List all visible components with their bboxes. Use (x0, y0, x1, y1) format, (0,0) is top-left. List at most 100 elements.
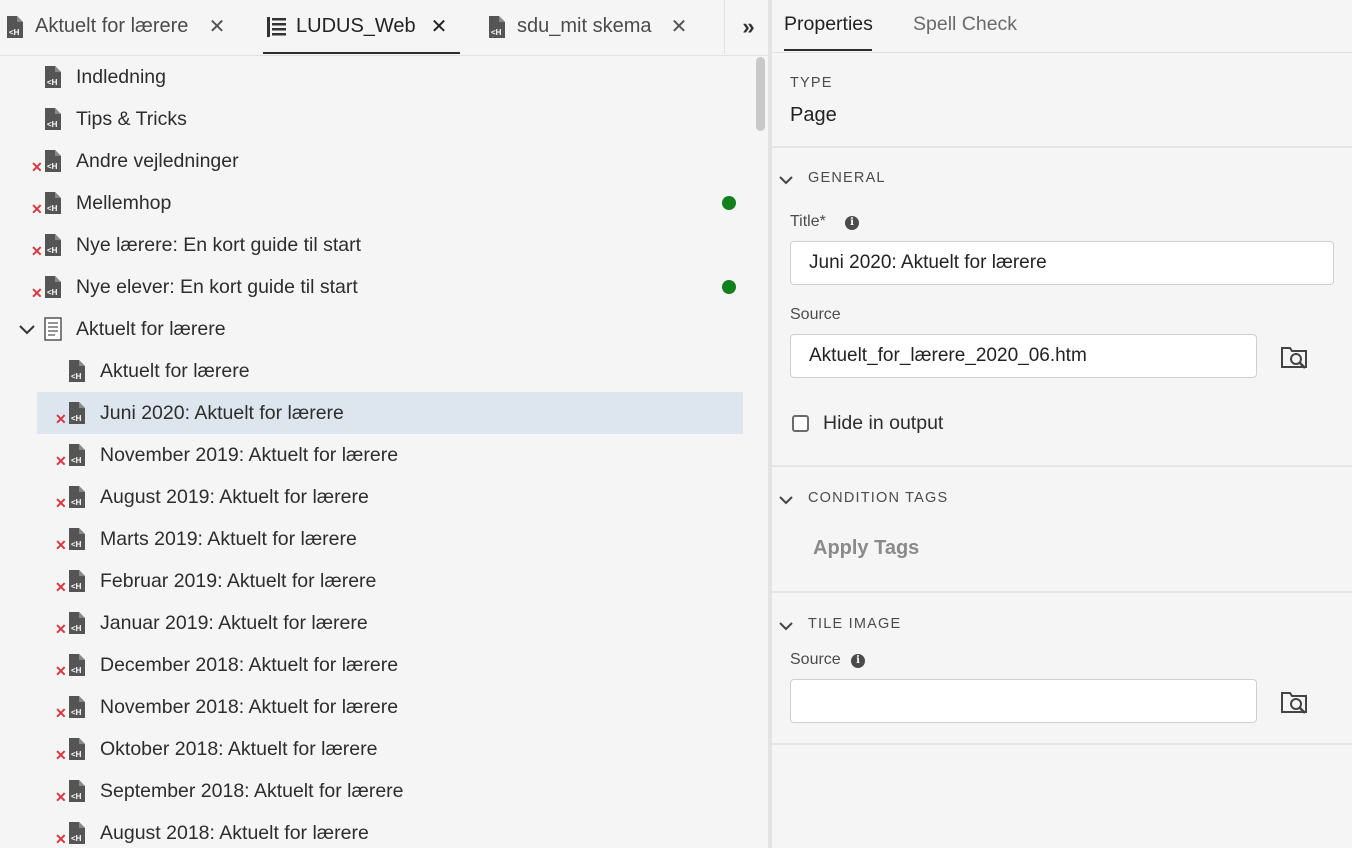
html-file-icon: <H (45, 150, 61, 172)
tree-item[interactable]: ✕ <H December 2018: Aktuelt for lærere (0, 644, 752, 686)
browse-folder-icon[interactable] (1280, 687, 1310, 717)
tree-item-label: Nye lærere: En kort guide til start (76, 234, 362, 256)
tab-spell-check[interactable]: Spell Check (913, 13, 1017, 36)
tree-item[interactable]: ✕ <H Marts 2019: Aktuelt for lærere (0, 518, 752, 560)
svg-text:<H: <H (71, 540, 82, 549)
tree-item[interactable]: ✕ <H Nye lærere: En kort guide til start (0, 224, 752, 266)
chevron-down-icon[interactable] (18, 320, 36, 338)
chevron-down-icon (779, 622, 793, 631)
info-icon[interactable]: i (845, 216, 859, 230)
tree-item[interactable]: ✕ <H November 2018: Aktuelt for lærere (0, 686, 752, 728)
error-icon: ✕ (55, 705, 67, 721)
tree-item[interactable]: ✕ <H September 2018: Aktuelt for lærere (0, 770, 752, 812)
error-icon: ✕ (55, 621, 67, 637)
svg-text:<H: <H (47, 78, 58, 87)
tree-item[interactable]: ✕ <H Januar 2019: Aktuelt for lærere (0, 602, 752, 644)
condition-tags-section-header[interactable]: CONDITION TAGS (772, 487, 1352, 517)
html-file-icon: <H (45, 108, 61, 130)
tree-item[interactable]: ✕ <H August 2019: Aktuelt for lærere (0, 476, 752, 518)
error-icon: ✕ (55, 747, 67, 763)
html-file-icon: <H (489, 16, 505, 38)
tree-item-label: December 2018: Aktuelt for lærere (100, 654, 399, 676)
svg-text:<H: <H (71, 750, 82, 759)
tree-item[interactable]: <H Aktuelt for lærere (0, 350, 752, 392)
type-label: TYPE (790, 75, 833, 91)
tree-item[interactable]: ✕ <H Februar 2019: Aktuelt for lærere (0, 560, 752, 602)
error-icon: ✕ (55, 411, 67, 427)
close-tab-icon[interactable]: ✕ (428, 14, 450, 40)
general-section-header[interactable]: GENERAL (772, 167, 1352, 197)
apply-tags-button[interactable]: Apply Tags (813, 537, 919, 560)
tree-item[interactable]: ✕ <H Andre vejledninger (0, 140, 752, 182)
tree-item-label: August 2018: Aktuelt for lærere (100, 822, 369, 844)
tree-item-label: Andre vejledninger (76, 150, 239, 172)
svg-text:<H: <H (71, 624, 82, 633)
divider (772, 743, 1352, 745)
document-icon (44, 317, 62, 341)
status-dot (722, 280, 736, 294)
tree-item-label: November 2018: Aktuelt for lærere (100, 696, 399, 718)
html-file-icon: <H (69, 696, 85, 718)
tile-source-input[interactable] (790, 679, 1257, 723)
close-tab-icon[interactable]: ✕ (206, 14, 228, 40)
svg-text:<H: <H (71, 498, 82, 507)
tree-item[interactable]: Aktuelt for lærere (0, 308, 752, 350)
tree-item-label: Juni 2020: Aktuelt for lærere (100, 402, 344, 424)
toc-pane: <H Aktuelt for lærere ✕ LUDUS_Web ✕ <H s… (0, 0, 768, 848)
source-field-label: Source (790, 306, 841, 323)
tree-item[interactable]: <H Tips & Tricks (0, 98, 752, 140)
svg-text:<H: <H (47, 288, 58, 297)
divider (772, 146, 1352, 148)
html-file-icon: <H (69, 612, 85, 634)
tree-item[interactable]: ✕ <H November 2019: Aktuelt for lærere (0, 434, 752, 476)
title-input[interactable] (790, 241, 1334, 285)
svg-text:<H: <H (71, 456, 82, 465)
svg-text:<H: <H (71, 834, 82, 843)
tab-aktuelt-for-laerere[interactable]: <H Aktuelt for lærere ✕ (0, 0, 240, 54)
error-icon: ✕ (31, 243, 43, 259)
tab-overflow-button[interactable]: » (724, 0, 768, 54)
error-icon: ✕ (55, 495, 67, 511)
svg-text:<H: <H (47, 204, 58, 213)
tree-item[interactable]: ✕ <H Oktober 2018: Aktuelt for lærere (0, 728, 752, 770)
toc-scrollbar[interactable] (752, 56, 768, 848)
tab-sdu-mit-skema[interactable]: <H sdu_mit skema ✕ (486, 0, 700, 54)
divider (772, 591, 1352, 593)
active-tab-indicator (784, 49, 872, 51)
divider (772, 465, 1352, 467)
browse-folder-icon[interactable] (1280, 342, 1310, 372)
close-tab-icon[interactable]: ✕ (668, 14, 690, 40)
tree-item-label: Januar 2019: Aktuelt for lærere (100, 612, 368, 634)
error-icon: ✕ (55, 663, 67, 679)
chevron-down-icon (779, 176, 793, 185)
section-title: GENERAL (808, 170, 886, 186)
tree-item-label: Oktober 2018: Aktuelt for lærere (100, 738, 378, 760)
html-file-icon: <H (69, 570, 85, 592)
tree-item-label: Indledning (76, 66, 166, 88)
tile-source-label: Source (790, 651, 841, 668)
toc-scrollbar-thumb[interactable] (756, 57, 765, 131)
tree-item[interactable]: <H Indledning (0, 56, 752, 98)
tile-image-section-header[interactable]: TILE IMAGE (772, 613, 1352, 643)
tab-properties[interactable]: Properties (784, 13, 873, 36)
toc-tree: <H Indledning <H Tips & Tricks ✕ <H Andre vejl… (0, 56, 752, 848)
html-file-icon: <H (45, 276, 61, 298)
html-file-icon: <H (69, 444, 85, 466)
tree-item[interactable]: ✕ <H Juni 2020: Aktuelt for lærere (0, 392, 752, 434)
hide-in-output-label: Hide in output (823, 412, 944, 434)
section-title: CONDITION TAGS (808, 490, 949, 506)
hide-in-output-checkbox[interactable] (792, 415, 809, 432)
tree-item[interactable]: ✕ <H Mellemhop (0, 182, 752, 224)
svg-text:<H: <H (47, 162, 58, 171)
svg-text:<H: <H (47, 246, 58, 255)
tree-item[interactable]: ✕ <H August 2018: Aktuelt for lærere (0, 812, 752, 848)
error-icon: ✕ (31, 159, 43, 175)
tab-label: Aktuelt for lærere (35, 15, 189, 37)
tab-ludus-web[interactable]: LUDUS_Web ✕ (263, 0, 460, 54)
info-icon[interactable]: i (851, 654, 865, 668)
tree-item[interactable]: ✕ <H Nye elever: En kort guide til start (0, 266, 752, 308)
error-icon: ✕ (55, 537, 67, 553)
title-field-label: Title* (790, 213, 826, 230)
html-file-icon: <H (69, 780, 85, 802)
source-input[interactable] (790, 334, 1257, 378)
